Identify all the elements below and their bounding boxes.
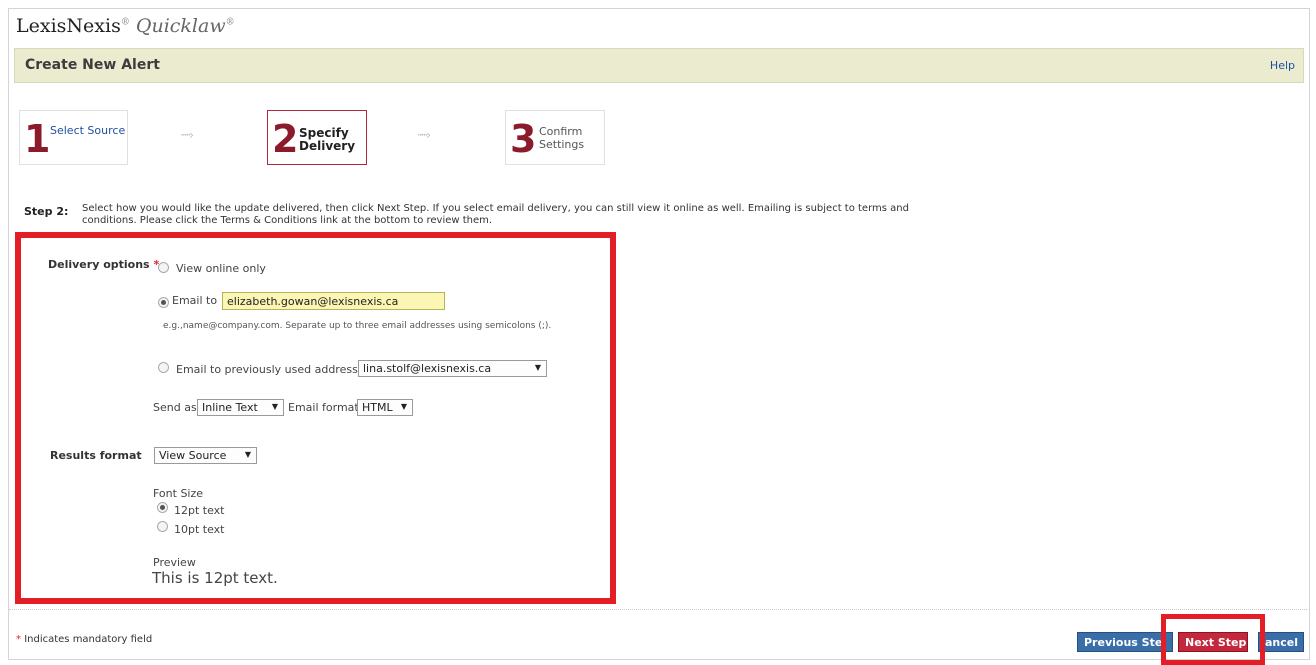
preview-label: Preview bbox=[153, 556, 196, 569]
prev-email-radio[interactable] bbox=[158, 362, 169, 373]
prev-email-select[interactable]: lina.stolf@lexisnexis.ca ▼ bbox=[358, 360, 547, 377]
chevron-down-icon: ▼ bbox=[244, 450, 251, 459]
instruction-step-label: Step 2: bbox=[24, 205, 69, 218]
delivery-options-highlight bbox=[15, 232, 616, 604]
font-12pt-radio[interactable] bbox=[157, 502, 168, 513]
step-label: Confirm Settings bbox=[539, 125, 585, 151]
title-bar: Create New Alert Help bbox=[14, 48, 1304, 83]
results-format-label: Results format bbox=[50, 449, 142, 462]
email-to-label: Email to bbox=[172, 294, 218, 307]
font-10pt-radio[interactable] bbox=[157, 521, 168, 532]
step-label[interactable]: Select Source bbox=[50, 124, 125, 137]
divider bbox=[9, 609, 1307, 610]
delivery-options-label: Delivery options * bbox=[48, 258, 160, 271]
instruction-text: Select how you would like the update del… bbox=[82, 203, 909, 226]
step-number: 3 bbox=[510, 117, 537, 161]
email-format-label: Email format bbox=[288, 401, 359, 414]
chevron-down-icon: ▼ bbox=[271, 402, 278, 411]
chevron-down-icon: ▼ bbox=[534, 363, 541, 372]
help-link[interactable]: Help bbox=[1270, 59, 1295, 72]
step-2-specify-delivery: 2 Specify Delivery bbox=[267, 110, 367, 165]
step-number: 1 bbox=[24, 117, 51, 161]
step-label: Specify Delivery bbox=[299, 126, 356, 153]
step-number: 2 bbox=[272, 117, 299, 161]
preview-text: This is 12pt text. bbox=[152, 569, 278, 587]
email-format-select[interactable]: HTML ▼ bbox=[357, 399, 413, 416]
email-to-radio[interactable] bbox=[158, 297, 169, 308]
font-10pt-label: 10pt text bbox=[174, 523, 225, 536]
send-as-label: Send as bbox=[153, 401, 197, 414]
step-3-confirm-settings: 3 Confirm Settings bbox=[505, 110, 605, 165]
brand-logo: LexisNexis® Quicklaw® bbox=[16, 15, 235, 37]
font-12pt-label: 12pt text bbox=[174, 504, 225, 517]
send-as-select[interactable]: Inline Text ▼ bbox=[197, 399, 284, 416]
email-hint: e.g.,name@company.com. Separate up to th… bbox=[163, 321, 552, 331]
step-arrow-icon: ·····› bbox=[417, 128, 431, 142]
view-online-radio[interactable] bbox=[158, 262, 169, 273]
step-1-select-source[interactable]: 1 Select Source bbox=[19, 110, 128, 165]
email-to-input[interactable]: elizabeth.gowan@lexisnexis.ca bbox=[222, 292, 445, 310]
chevron-down-icon: ▼ bbox=[400, 402, 407, 411]
page-title: Create New Alert bbox=[25, 57, 160, 73]
results-format-select[interactable]: View Source ▼ bbox=[154, 447, 257, 464]
prev-email-label: Email to previously used address: bbox=[176, 363, 362, 376]
step-arrow-icon: ·····› bbox=[180, 128, 194, 142]
view-online-label: View online only bbox=[176, 262, 266, 275]
next-step-highlight bbox=[1161, 614, 1265, 665]
previous-step-button[interactable]: Previous Ste bbox=[1077, 632, 1173, 652]
mandatory-note: * Indicates mandatory field bbox=[16, 634, 153, 645]
font-size-label: Font Size bbox=[153, 487, 204, 500]
